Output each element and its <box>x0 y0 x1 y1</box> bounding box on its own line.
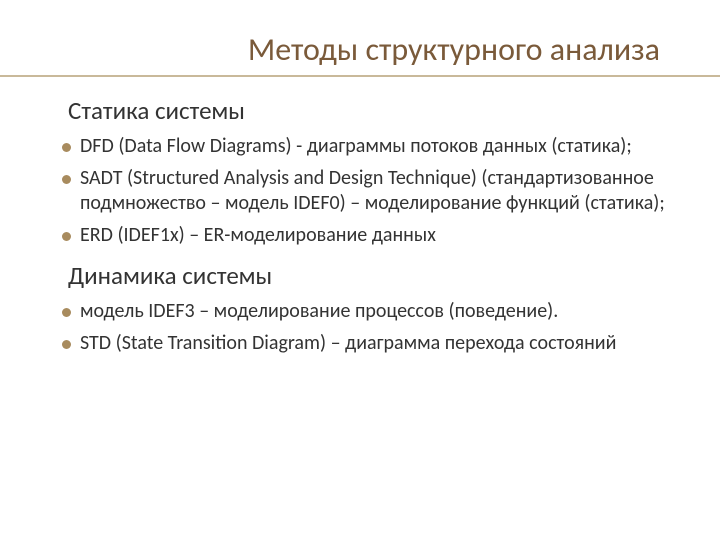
bullet-list-statics: DFD (Data Flow Diagrams) - диаграммы пот… <box>50 134 670 248</box>
title-underline <box>0 75 720 77</box>
section-heading-dynamics: Динамика системы <box>68 260 670 291</box>
list-item: ERD (IDEF1x) – ER-моделирование данных <box>50 223 670 249</box>
slide: Методы структурного анализа Статика сист… <box>0 0 720 393</box>
list-item: модель IDEF3 – моделирование процессов (… <box>50 299 670 325</box>
list-item: SADT (Structured Analysis and Design Tec… <box>50 166 670 217</box>
section-heading-statics: Статика системы <box>68 95 670 126</box>
list-item: DFD (Data Flow Diagrams) - диаграммы пот… <box>50 134 670 160</box>
bullet-list-dynamics: модель IDEF3 – моделирование процессов (… <box>50 299 670 356</box>
list-item: STD (State Transition Diagram) – диаграм… <box>50 331 670 357</box>
slide-title: Методы структурного анализа <box>50 30 670 69</box>
